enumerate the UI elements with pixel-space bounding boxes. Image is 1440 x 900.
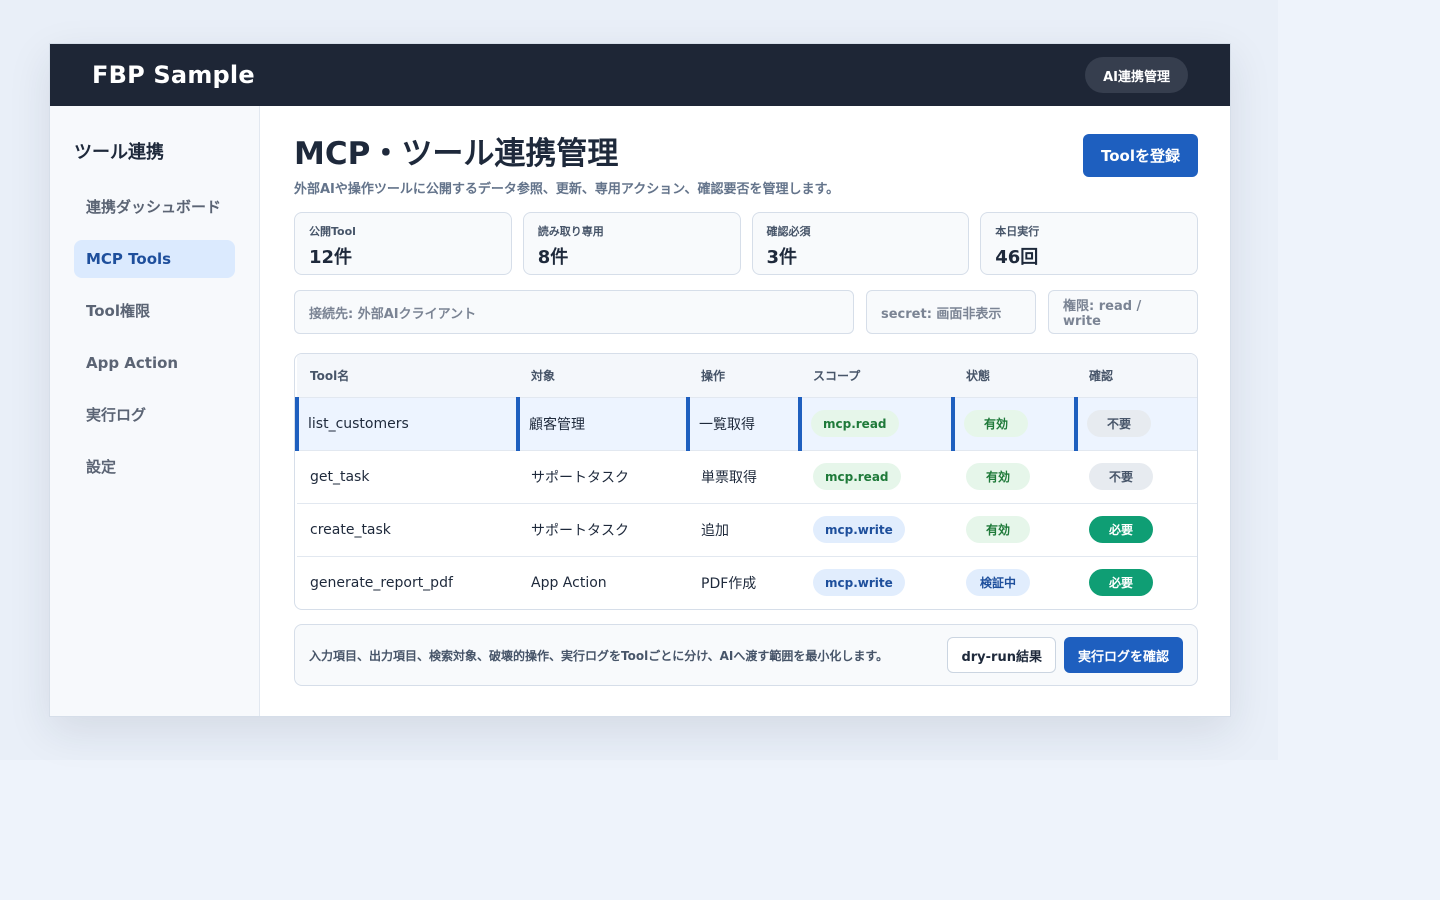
cell-operation: 追加 [688,503,800,557]
sidebar-item-execution-log[interactable]: 実行ログ [74,396,235,434]
column-header-scope: スコープ [800,354,953,398]
stat-value: 3件 [766,247,798,268]
cell-target: サポートタスク [518,450,688,504]
sidebar-title: ツール連携 [74,142,164,163]
cell-target: サポートタスク [518,503,688,557]
footer-panel: 入力項目、出力項目、検索対象、破壊的操作、実行ログをToolごとに分け、AIへ渡… [294,624,1198,686]
confirm-badge: 必要 [1089,516,1153,543]
cell-tool-name: create_task [297,503,518,557]
cell-operation: 単票取得 [688,450,800,504]
scope-badge: mcp.write [813,516,905,543]
stat-label: 公開Tool [309,225,356,238]
scope-badge: mcp.read [811,410,899,437]
confirm-badge: 必要 [1089,569,1153,597]
stat-value: 8件 [537,247,569,268]
footer-actions: dry-run結果 実行ログを確認 [947,637,1183,673]
top-bar: FBP Sample AI連携管理 [50,44,1230,106]
cell-status: 有効 [953,503,1076,557]
ai-integration-button[interactable]: AI連携管理 [1085,57,1188,93]
dry-run-button[interactable]: dry-run結果 [947,637,1056,673]
cell-scope: mcp.read [800,450,953,504]
main-content: MCP・ツール連携管理 外部AIや操作ツールに公開するデータ参照、更新、専用アク… [260,106,1230,716]
sidebar-item-mcp-tools[interactable]: MCP Tools [74,240,235,278]
cell-confirm: 不要 [1076,450,1197,504]
column-header-operation: 操作 [688,354,800,398]
confirm-badge: 不要 [1087,410,1151,437]
cell-scope: mcp.write [800,503,953,557]
secret-field[interactable]: secret: 画面非表示 [866,290,1036,334]
sidebar-item-tool-permissions[interactable]: Tool権限 [74,292,235,330]
app-body: ツール連携 連携ダッシュボード MCP Tools Tool権限 App Act… [50,106,1230,716]
tools-table: Tool名 対象 操作 スコープ 状態 確認 list_customers 顧客… [294,353,1198,610]
stat-card-read-only: 読み取り専用 8件 [522,212,741,275]
cell-target: App Action [531,574,607,591]
cell-status: 有効 [953,450,1076,504]
status-badge: 有効 [966,516,1030,543]
cell-tool-name: get_task [297,450,518,504]
stat-value: 46回 [995,247,1039,268]
table-row[interactable]: get_task サポートタスク 単票取得 mcp.read 有効 不要 [297,450,1197,504]
cell-confirm: 不要 [1074,397,1197,451]
column-header-confirm: 確認 [1076,354,1197,398]
cell-target: 顧客管理 [516,397,688,451]
cell-operation: PDF作成 [701,575,757,592]
sidebar: ツール連携 連携ダッシュボード MCP Tools Tool権限 App Act… [50,106,260,716]
stats-row: 公開Tool 12件 読み取り専用 8件 確認必須 3件 本日実行 46回 [294,212,1198,275]
stat-card-confirm-required: 確認必須 3件 [751,212,970,275]
table-row[interactable]: list_customers 顧客管理 一覧取得 mcp.read 有効 不要 [295,397,1197,451]
footer-note: 入力項目、出力項目、検索対象、破壊的操作、実行ログをToolごとに分け、AIへ渡… [309,648,889,663]
status-badge: 有効 [964,410,1028,437]
page-heading: MCP・ツール連携管理 外部AIや操作ツールに公開するデータ参照、更新、専用アク… [294,134,839,197]
cell-status: 検証中 [953,556,1076,609]
brand-logo[interactable]: FBP Sample [92,61,255,89]
app-window: FBP Sample AI連携管理 ツール連携 連携ダッシュボード MCP To… [49,43,1231,717]
view-logs-button[interactable]: 実行ログを確認 [1063,637,1183,673]
status-badge: 検証中 [966,569,1030,597]
cell-scope: mcp.read [798,397,953,451]
cell-tool-name: generate_report_pdf [310,574,453,591]
cell-operation: 一覧取得 [686,397,800,451]
confirm-badge: 不要 [1089,463,1153,490]
table-row[interactable]: generate_report_pdf App Action PDF作成 mcp… [297,556,1197,609]
cell-scope: mcp.write [800,556,953,609]
page-header: MCP・ツール連携管理 外部AIや操作ツールに公開するデータ参照、更新、専用アク… [294,134,1198,197]
table-row[interactable]: create_task サポートタスク 追加 mcp.write 有効 必要 [297,503,1197,557]
table-header-row: Tool名 対象 操作 スコープ 状態 確認 [297,354,1197,398]
column-header-status: 状態 [953,354,1076,398]
cell-confirm: 必要 [1076,556,1197,609]
filter-row: 接続先: 外部AIクライアント secret: 画面非表示 権限: read /… [294,290,1198,334]
connection-field[interactable]: 接続先: 外部AIクライアント [294,290,854,334]
column-header-tool-name: Tool名 [297,354,518,398]
permission-field[interactable]: 権限: read / write [1048,290,1198,334]
status-badge: 有効 [966,463,1030,490]
stat-label: 読み取り専用 [537,225,604,238]
cell-status: 有効 [951,397,1076,451]
sidebar-item-dashboard[interactable]: 連携ダッシュボード [74,188,235,226]
scope-badge: mcp.read [813,463,901,490]
page-subtitle: 外部AIや操作ツールに公開するデータ参照、更新、専用アクション、確認要否を管理し… [294,182,840,197]
sidebar-item-app-action[interactable]: App Action [74,344,235,382]
column-header-target: 対象 [518,354,688,398]
stat-card-today-runs: 本日実行 46回 [980,212,1198,275]
sidebar-item-settings[interactable]: 設定 [74,448,235,486]
page-title: MCP・ツール連携管理 [294,136,619,172]
stat-card-public-tools: 公開Tool 12件 [294,212,512,275]
cell-tool-name: list_customers [295,397,518,451]
cell-confirm: 必要 [1076,503,1197,557]
stat-value: 12件 [309,247,353,268]
register-tool-button[interactable]: Toolを登録 [1083,134,1198,177]
stat-label: 本日実行 [995,225,1040,238]
stat-label: 確認必須 [766,225,811,238]
scope-badge: mcp.write [813,569,905,597]
